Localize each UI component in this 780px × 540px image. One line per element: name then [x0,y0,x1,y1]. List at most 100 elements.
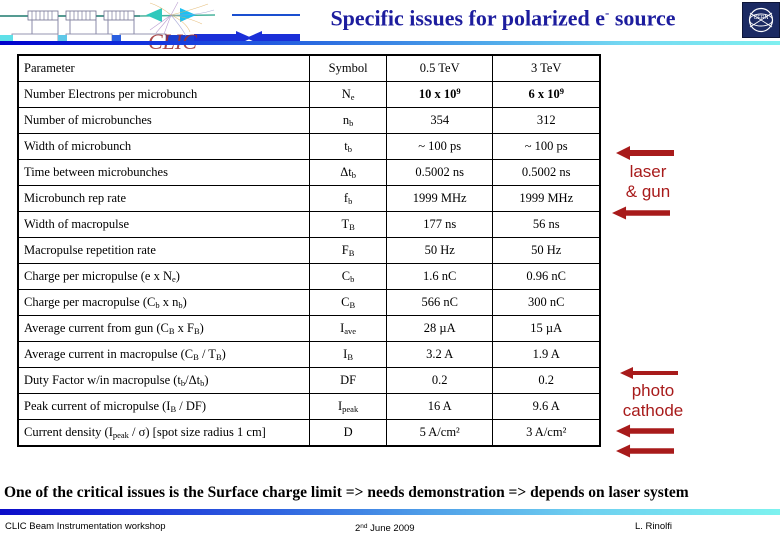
cell-value-3tev: ~ 100 ps [492,133,601,160]
left-arrow-icon [616,424,674,438]
cell-value-05tev: 1999 MHz [385,185,494,212]
cell-parameter: Peak current of micropulse (IB / DF) [17,393,311,420]
cell-parameter: Charge per macropulse (Cb x nb) [17,289,311,316]
cell-value-05tev: 354 [385,107,494,134]
cell-parameter: Time between microbunches [17,159,311,186]
table-row: Time between microbunches Δtb 0.5002 ns 0.5… [17,159,601,186]
cell-symbol: DF [309,367,387,394]
footer-author: L. Rinolfi [635,521,672,532]
table-header-row: Parameter Symbol 0.5 TeV 3 TeV [17,54,601,82]
cell-value-05tev: 16 A [385,393,494,420]
cell-symbol: Ipeak [309,393,387,420]
table-row: Microbunch rep rate fb 1999 MHz 1999 MHz [17,185,601,212]
cell-value-05tev: 5 A/cm² [385,419,494,447]
footer-gradient-rule [0,509,780,515]
slide-footer: CLIC Beam Instrumentation workshop 2nd J… [0,518,780,540]
table-row: Charge per macropulse (Cb x nb) CB 566 nC 3… [17,289,601,316]
cell-value-05tev: 28 µA [385,315,494,342]
cell-value-05tev: 50 Hz [385,237,494,264]
page-title: Specific issues for polarized e- source [330,5,676,31]
cell-parameter: Width of microbunch [17,133,311,160]
annotation-laser-gun-line2: & gun [625,182,671,201]
cell-value-3tev: 6 x 109 [492,81,601,108]
cell-symbol: Cb [309,263,387,290]
clic-wordmark: CLIC [148,29,197,50]
cell-parameter: Average current from gun (CB x FB) [17,315,311,342]
slide-header: CLIC Specific issues for polarized e- so… [0,0,780,52]
left-arrow-icon [620,367,678,379]
cell-parameter: Current density (Ipeak / σ) [spot size r… [17,419,311,447]
cell-parameter: Number Electrons per microbunch [17,81,311,108]
cell-parameter: Microbunch rep rate [17,185,311,212]
cell-value-3tev: 15 µA [492,315,601,342]
parameters-table-container: Parameter Symbol 0.5 TeV 3 TeV Number El… [17,54,601,447]
cell-symbol: D [309,419,387,447]
footer-event-name: CLIC Beam Instrumentation workshop [5,521,166,532]
parameters-table: Parameter Symbol 0.5 TeV 3 TeV Number El… [17,54,601,447]
cern-logo-icon: CERN [743,3,779,37]
cell-symbol: FB [309,237,387,264]
cell-value-05tev: 1.6 nC [385,263,494,290]
table-row: Current density (Ipeak / σ) [spot size r… [17,419,601,447]
table-row: Macropulse repetition rate FB 50 Hz 50 Hz [17,237,601,264]
cell-symbol: nb [309,107,387,134]
cell-value-3tev: 9.6 A [492,393,601,420]
table-row: Number Electrons per microbunch Ne 10 x 10… [17,81,601,108]
annotation-photo-cathode-line2: cathode [622,401,684,420]
cell-value-05tev: 177 ns [385,211,494,238]
table-row: Peak current of micropulse (IB / DF) Ipea… [17,393,601,420]
footer-date: 2nd June 2009 [355,523,415,534]
cell-parameter: Macropulse repetition rate [17,237,311,264]
cell-parameter: Width of macropulse [17,211,311,238]
cell-value-3tev: 50 Hz [492,237,601,264]
table-row: Duty Factor w/in macropulse (tb/Δtb) DF 0.… [17,367,601,394]
cell-symbol: Ne [309,81,387,108]
cern-logo: CERN [742,2,780,38]
column-header-05tev: 0.5 TeV [385,54,494,82]
cell-value-05tev: 3.2 A [385,341,494,368]
table-row: Width of microbunch tb ~ 100 ps ~ 100 ps [17,133,601,160]
table-body: Number Electrons per microbunch Ne 10 x 10… [17,81,601,447]
cell-parameter: Average current in macropulse (CB / TB) [17,341,311,368]
table-row: Width of macropulse TB 177 ns 56 ns [17,211,601,238]
cell-value-3tev: 0.5002 ns [492,159,601,186]
annotation-laser-gun-line1: laser [629,162,667,181]
column-header-3tev: 3 TeV [492,54,601,82]
cell-symbol: TB [309,211,387,238]
cell-value-3tev: 0.96 nC [492,263,601,290]
cell-symbol: fb [309,185,387,212]
slide-canvas: CLIC Specific issues for polarized e- so… [0,0,780,540]
cell-value-05tev: ~ 100 ps [385,133,494,160]
cell-value-3tev: 312 [492,107,601,134]
table-row: Number of microbunches nb 354 312 [17,107,601,134]
cell-symbol: tb [309,133,387,160]
annotation-photo-cathode-line1: photo [631,381,675,400]
cell-value-05tev: 0.5002 ns [385,159,494,186]
left-arrow-icon [616,444,674,458]
cell-symbol: CB [309,289,387,316]
cell-symbol: IB [309,341,387,368]
left-arrow-icon [612,206,670,220]
cell-parameter: Charge per micropulse (e x Ne) [17,263,311,290]
table-row: Average current in macropulse (CB / TB) I… [17,341,601,368]
table-row: Charge per micropulse (e x Ne) Cb 1.6 nC 0.… [17,263,601,290]
cell-value-05tev: 566 nC [385,289,494,316]
column-header-symbol: Symbol [309,54,387,82]
cell-symbol: Δtb [309,159,387,186]
cell-value-3tev: 1999 MHz [492,185,601,212]
cell-value-3tev: 300 nC [492,289,601,316]
column-header-parameter: Parameter [17,54,311,82]
left-arrow-icon [616,146,674,160]
cell-value-3tev: 3 A/cm² [492,419,601,447]
svg-text:CERN: CERN [754,15,769,21]
cell-parameter: Number of microbunches [17,107,311,134]
cell-value-05tev: 0.2 [385,367,494,394]
table-row: Average current from gun (CB x FB) Iave 28… [17,315,601,342]
header-gradient-rule [0,41,780,45]
cell-value-3tev: 1.9 A [492,341,601,368]
cell-value-05tev: 10 x 109 [385,81,494,108]
cell-value-3tev: 0.2 [492,367,601,394]
cell-parameter: Duty Factor w/in macropulse (tb/Δtb) [17,367,311,394]
cell-symbol: Iave [309,315,387,342]
key-statement: One of the critical issues is the Surfac… [4,484,689,501]
